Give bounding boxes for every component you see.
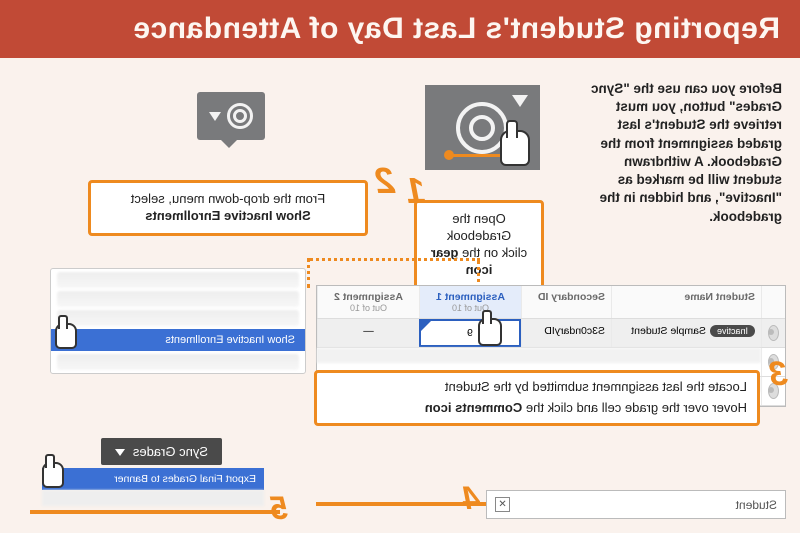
pointer-hand-icon	[55, 323, 77, 349]
step-number-5: 5	[270, 490, 288, 527]
secondary-id-cell: S3c0ndaryID	[521, 319, 611, 347]
pointer-hand-icon	[500, 130, 530, 166]
col-secondary-id[interactable]: Secondary ID	[521, 286, 611, 318]
menu-item-blurred	[57, 272, 299, 288]
dotted-connector	[307, 258, 310, 288]
table-header-row: Student Name Secondary ID Assignment 1 O…	[317, 286, 785, 319]
menu-item-blurred	[57, 291, 299, 307]
page-title: Reporting Student's Last Day of Attendan…	[133, 12, 780, 45]
grade-cell-selected[interactable]: 9	[419, 319, 521, 347]
dropdown-triangle-icon	[512, 95, 528, 107]
intro-paragraph: Before you can use the "Sync Grades" but…	[572, 80, 782, 226]
close-icon[interactable]: ✕	[495, 497, 510, 512]
col-assignment-2[interactable]: Assignment 2 Out of 10	[317, 286, 419, 318]
menu-item-export-final-grades[interactable]: Export Final Grades to Banner	[42, 468, 264, 490]
gear-dropdown-button[interactable]	[197, 92, 265, 140]
student-name-cell[interactable]: InactiveSample Student	[611, 319, 761, 347]
gear-dropdown-menu[interactable]: Show Inactive Enrollments	[50, 268, 306, 374]
student-label: Student	[736, 498, 777, 512]
sync-grades-button[interactable]: Sync Grades	[101, 438, 222, 465]
inactive-badge: Inactive	[710, 325, 755, 337]
menu-item-blurred	[57, 310, 299, 326]
col-assignment-1[interactable]: Assignment 1 Out of 10	[419, 286, 521, 318]
step-number-4: 4	[462, 480, 480, 517]
connector-line	[452, 154, 504, 157]
step-number-3: 3	[769, 355, 788, 394]
table-row: InactiveSample Student S3c0ndaryID 9 —	[317, 319, 785, 348]
pointer-hand-icon	[42, 462, 64, 488]
connector-bar	[30, 510, 280, 514]
dropdown-triangle-icon	[209, 112, 221, 121]
step-number-2: 2	[375, 160, 395, 202]
step2-callout: From the drop-down menu, select Show Ina…	[88, 180, 368, 236]
dotted-connector	[310, 258, 480, 261]
col-student-name[interactable]: Student Name	[611, 286, 761, 318]
student-detail-header: Student ✕	[486, 490, 786, 519]
pointer-hand-icon	[478, 318, 502, 346]
comments-corner-icon[interactable]	[421, 321, 431, 331]
step3-callout: Locate the last assignment submitted by …	[314, 370, 760, 426]
menu-item-show-inactive[interactable]: Show Inactive Enrollments	[51, 329, 305, 351]
avatar-cell	[761, 319, 785, 347]
menu-item-blurred	[42, 490, 264, 506]
avatar-icon	[768, 325, 779, 341]
dropdown-triangle-icon	[115, 449, 125, 456]
page-title-banner: Reporting Student's Last Day of Attendan…	[0, 0, 800, 58]
menu-item-blurred	[57, 354, 299, 370]
gear-icon	[227, 103, 253, 129]
grade-cell[interactable]: —	[317, 319, 419, 347]
col-avatar	[761, 286, 785, 318]
